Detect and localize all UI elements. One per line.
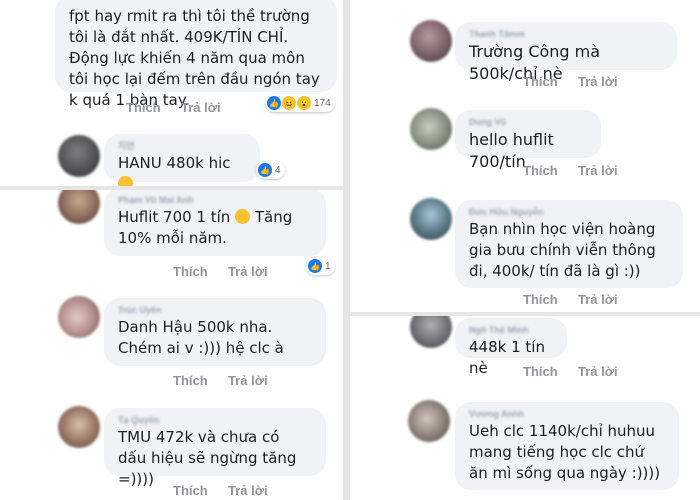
avatar[interactable] xyxy=(410,316,452,348)
smile-emoji-icon xyxy=(235,209,251,224)
commenter-name[interactable]: Đức Hữu Nguyễn xyxy=(469,206,669,219)
comment-bubble: fpt hay rmit ra thì tôi thề trường tôi l… xyxy=(55,0,337,109)
wow-reaction-icon: 😮 xyxy=(297,96,311,110)
comment-text: Bạn nhìn học viện hoàng gia bưu chính vi… xyxy=(469,220,656,280)
avatar[interactable] xyxy=(410,20,452,62)
reply-button[interactable]: Trả lời xyxy=(228,373,268,388)
reaction-count: 174 xyxy=(314,97,331,109)
screenshot-panel-3: Thanh Tâmm Trường Công mà 500k/chỉ nè Th… xyxy=(350,0,700,312)
like-button[interactable]: Thích xyxy=(173,373,208,388)
comment-text: Ueh clc 1140k/chỉ huhuu mang tiếng học c… xyxy=(469,422,661,482)
reply-button[interactable]: Trả lời xyxy=(578,163,618,178)
avatar[interactable] xyxy=(58,190,100,224)
comment-text: HANU 480k hic xyxy=(118,154,231,172)
comment-bubble: 지연 HANU 480k hic xyxy=(104,134,260,186)
like-button[interactable]: Thích xyxy=(523,292,558,307)
like-reaction-icon: 👍 xyxy=(267,96,281,110)
commenter-name[interactable]: Trúc Uyên xyxy=(118,304,312,317)
comment-text: Huflit 700 1 tín xyxy=(118,208,231,226)
screenshot-panel-4: Ngô Thế Minh 448k 1 tín nè Thích Trả lời… xyxy=(350,316,700,500)
avatar[interactable] xyxy=(410,198,452,240)
reaction-summary[interactable]: 👍 1 xyxy=(306,257,335,275)
like-button[interactable]: Thích xyxy=(173,264,208,279)
reply-button[interactable]: Trả lời xyxy=(578,292,618,307)
comment-bubble: Trúc Uyên Danh Hậu 500k nha. Chém ai v :… xyxy=(104,298,326,366)
sad-emoji-icon xyxy=(118,176,133,186)
avatar[interactable] xyxy=(58,406,100,448)
reaction-count: 1 xyxy=(325,260,331,272)
like-reaction-icon: 👍 xyxy=(308,259,322,273)
screenshot-panel-2: Phạm Vũ Mai Anh Huflit 700 1 tín Tăng 10… xyxy=(0,190,343,500)
avatar[interactable] xyxy=(408,400,450,442)
commenter-name[interactable]: Thanh Tâmm xyxy=(469,28,663,41)
like-button[interactable]: Thích xyxy=(126,100,161,115)
reaction-summary[interactable]: 👍 😆 😮 174 xyxy=(265,94,335,112)
like-button[interactable]: Thích xyxy=(523,364,558,379)
comment-bubble: Vương Anhh Ueh clc 1140k/chỉ huhuu mang … xyxy=(455,402,679,490)
screenshot-panel-1: fpt hay rmit ra thì tôi thề trường tôi l… xyxy=(0,0,343,186)
like-button[interactable]: Thích xyxy=(523,163,558,178)
avatar[interactable] xyxy=(58,135,100,177)
reply-button[interactable]: Trả lời xyxy=(181,100,221,115)
commenter-name[interactable]: Vương Anhh xyxy=(469,408,665,421)
comment-text: TMU 472k và chưa có dấu hiệu sẽ ngừng tă… xyxy=(118,428,297,488)
commenter-name[interactable]: 지연 xyxy=(118,140,246,153)
reply-button[interactable]: Trả lời xyxy=(578,74,618,89)
horizontal-divider-left xyxy=(0,186,343,190)
commenter-name[interactable]: Dung Vũ xyxy=(469,116,587,129)
like-button[interactable]: Thích xyxy=(173,483,208,498)
reply-button[interactable]: Trả lời xyxy=(228,483,268,498)
comment-bubble: Ngô Thế Minh 448k 1 tín nè xyxy=(455,318,567,377)
vertical-divider xyxy=(343,0,350,500)
comment-bubble: Đức Hữu Nguyễn Bạn nhìn học viện hoàng g… xyxy=(455,200,683,288)
comment-text: Trường Công mà 500k/chỉ nè xyxy=(469,42,601,83)
comment-bubble: Tạ Quyên TMU 472k và chưa có dấu hiệu sẽ… xyxy=(104,408,326,488)
horizontal-divider-right xyxy=(350,312,700,316)
comment-bubble: Thanh Tâmm Trường Công mà 500k/chỉ nè xyxy=(455,22,677,83)
reply-button[interactable]: Trả lời xyxy=(578,364,618,379)
like-reaction-icon: 👍 xyxy=(258,163,272,177)
reaction-summary[interactable]: 👍 4 xyxy=(256,161,285,179)
comment-bubble: Dung Vũ hello huflit 700/tín xyxy=(455,110,601,171)
commenter-name[interactable]: Tạ Quyên xyxy=(118,414,312,427)
like-button[interactable]: Thích xyxy=(523,74,558,89)
commenter-name[interactable]: Ngô Thế Minh xyxy=(469,324,553,337)
comment-text: Danh Hậu 500k nha. Chém ai v :))) hệ clc… xyxy=(118,318,284,357)
haha-reaction-icon: 😆 xyxy=(282,96,296,110)
avatar[interactable] xyxy=(58,296,100,338)
commenter-name[interactable]: Phạm Vũ Mai Anh xyxy=(118,194,312,207)
avatar[interactable] xyxy=(410,108,452,150)
comment-bubble: Phạm Vũ Mai Anh Huflit 700 1 tín Tăng 10… xyxy=(104,190,326,256)
reply-button[interactable]: Trả lời xyxy=(228,264,268,279)
reaction-count: 4 xyxy=(275,164,281,176)
